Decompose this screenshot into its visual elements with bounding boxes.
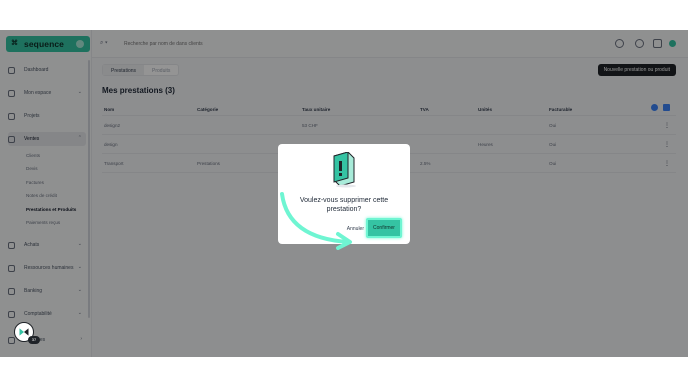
help-count-badge: 37: [28, 336, 40, 344]
tutorial-arrow-icon: [280, 192, 352, 250]
warning-phone-icon: [333, 152, 356, 188]
app-frame: ⌘ sequence Dashboard Mon espace ⌄ Projet…: [0, 30, 688, 357]
confirm-button[interactable]: Confirmer: [366, 218, 402, 238]
